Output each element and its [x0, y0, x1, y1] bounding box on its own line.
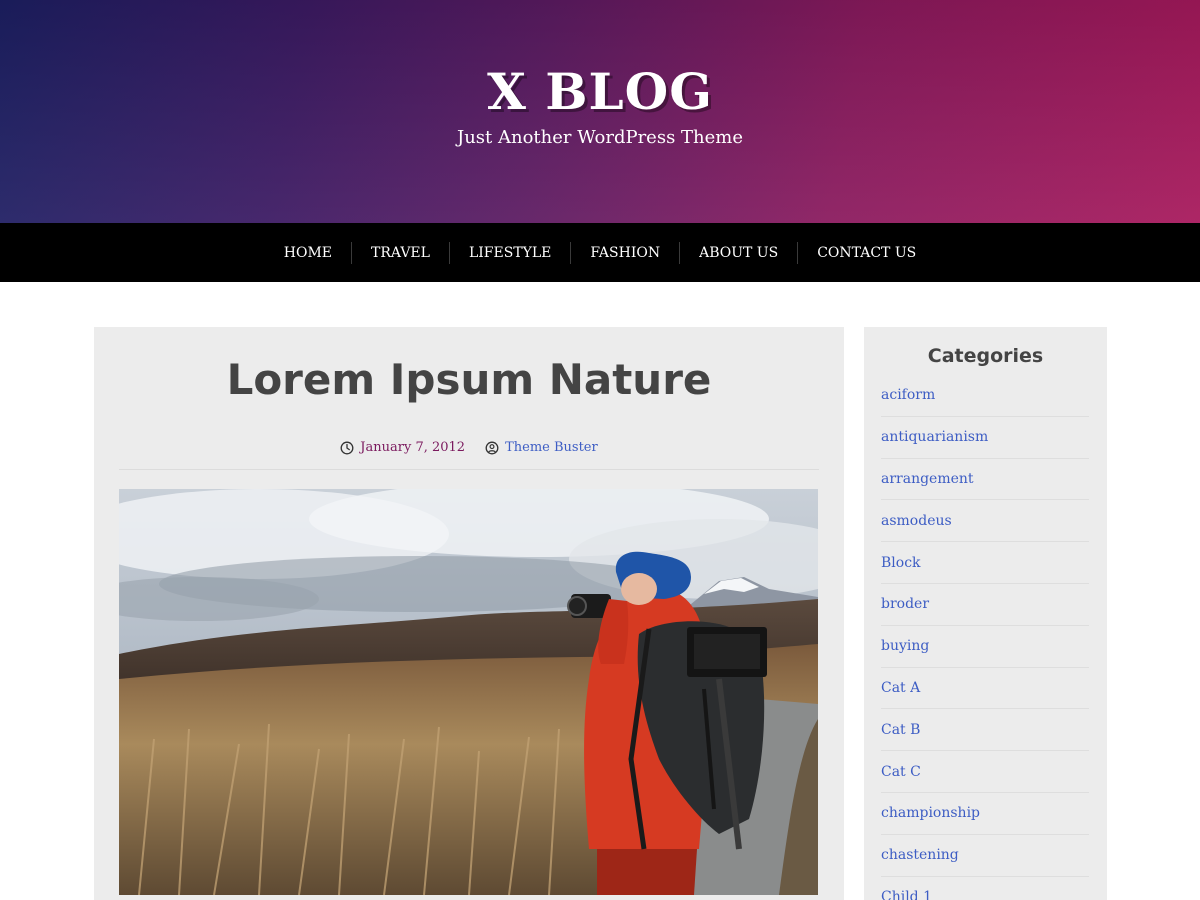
- nav-item-lifestyle[interactable]: LIFESTYLE: [448, 241, 570, 264]
- category-link-asmodeus[interactable]: asmodeus: [881, 513, 952, 529]
- list-item: Cat C: [881, 751, 1089, 793]
- sidebar-title: Categories: [927, 345, 1044, 367]
- category-link-antiquarianism[interactable]: antiquarianism: [881, 429, 988, 445]
- nav-item-travel[interactable]: TRAVEL: [351, 241, 449, 264]
- list-item: chastening: [881, 835, 1089, 877]
- categories-sidebar: Categories aciform antiquarianism arrang…: [864, 327, 1107, 900]
- category-list: aciform antiquarianism arrangement asmod…: [881, 375, 1089, 900]
- category-link-cat-a[interactable]: Cat A: [881, 680, 920, 696]
- site-tagline: Just Another WordPress Theme: [456, 127, 743, 148]
- category-link-cat-b[interactable]: Cat B: [881, 722, 920, 738]
- category-link-block[interactable]: Block: [881, 555, 921, 571]
- list-item: aciform: [881, 375, 1089, 417]
- nav-item-fashion[interactable]: FASHION: [570, 241, 679, 264]
- clock-icon: [340, 441, 354, 454]
- category-link-broder[interactable]: broder: [881, 596, 929, 612]
- post-title[interactable]: Lorem Ipsum Nature: [94, 355, 844, 404]
- list-item: antiquarianism: [881, 417, 1089, 459]
- photographer-landscape-image: [119, 489, 818, 895]
- nav-item-home[interactable]: HOME: [265, 242, 351, 264]
- list-item: Cat B: [881, 709, 1089, 752]
- nav-item-about-us[interactable]: ABOUT US: [679, 241, 797, 264]
- post-panel: Lorem Ipsum Nature January 7, 2012 Theme…: [94, 327, 844, 900]
- post-date[interactable]: January 7, 2012: [360, 440, 465, 455]
- category-link-championship[interactable]: championship: [881, 805, 980, 821]
- main-navigation: HOME TRAVEL LIFESTYLE FASHION ABOUT US C…: [0, 223, 1200, 282]
- user-icon: [485, 441, 499, 454]
- nav-item-contact-us[interactable]: CONTACT US: [797, 241, 935, 264]
- site-header: X BLOG Just Another WordPress Theme: [0, 0, 1200, 223]
- meta-divider: [119, 469, 819, 470]
- category-link-aciform[interactable]: aciform: [881, 387, 935, 403]
- category-link-cat-c[interactable]: Cat C: [881, 764, 921, 780]
- site-title[interactable]: X BLOG: [0, 62, 1200, 121]
- category-link-chastening[interactable]: chastening: [881, 847, 959, 863]
- list-item: Cat A: [881, 668, 1089, 710]
- list-item: Child 1: [881, 877, 1089, 900]
- list-item: championship: [881, 793, 1089, 835]
- post-meta: January 7, 2012 Theme Buster: [94, 440, 844, 455]
- list-item: arrangement: [881, 459, 1089, 501]
- list-item: buying: [881, 626, 1089, 668]
- list-item: broder: [881, 584, 1089, 626]
- featured-image[interactable]: [119, 489, 818, 895]
- list-item: Block: [881, 542, 1089, 584]
- category-link-arrangement[interactable]: arrangement: [881, 471, 974, 487]
- post-author[interactable]: Theme Buster: [505, 440, 598, 455]
- category-link-child-1[interactable]: Child 1: [881, 889, 932, 900]
- category-link-buying[interactable]: buying: [881, 638, 929, 654]
- list-item: asmodeus: [881, 500, 1089, 543]
